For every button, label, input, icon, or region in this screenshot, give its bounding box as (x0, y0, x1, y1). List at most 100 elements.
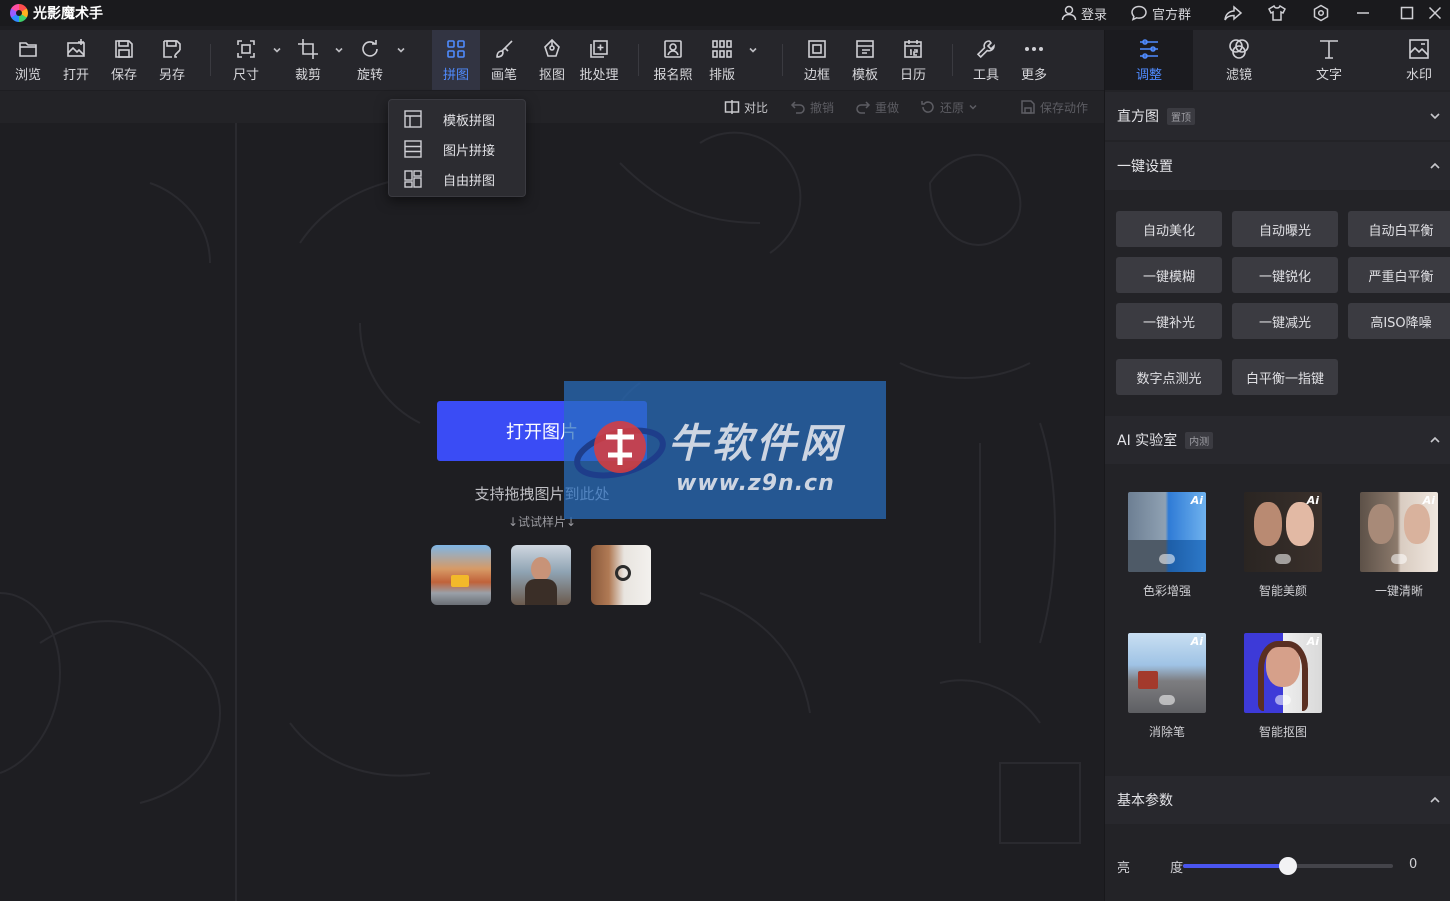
tools-button[interactable]: 工具 (964, 30, 1008, 90)
chevron-down-icon (335, 47, 343, 53)
ai-one-click-clear[interactable]: Ai 一键清晰 (1351, 492, 1447, 599)
share-button[interactable] (1223, 0, 1243, 26)
one-click-sharpen-button[interactable]: 一键锐化 (1232, 257, 1338, 293)
histogram-section-header[interactable]: 直方图 置顶 (1105, 92, 1450, 140)
background-sketch-illustration (0, 123, 1081, 901)
ai-smart-beauty[interactable]: Ai 智能美颜 (1235, 492, 1331, 599)
rotate-dropdown[interactable] (396, 44, 406, 54)
menu-item-image-stitch[interactable]: 图片拼接 (389, 134, 527, 164)
sample-thumbnail-portrait[interactable] (511, 545, 571, 605)
auto-exposure-button[interactable]: 自动曝光 (1232, 211, 1338, 247)
rotate-button[interactable]: 旋转 (348, 30, 392, 90)
browse-button[interactable]: 浏览 (6, 30, 50, 90)
resize-button[interactable]: 尺寸 (224, 30, 268, 90)
calendar-button[interactable]: 日历 (891, 30, 935, 90)
tab-label: 文字 (1315, 68, 1342, 83)
close-button[interactable] (1427, 0, 1443, 26)
compare-button[interactable]: 对比 (724, 91, 768, 123)
template-button[interactable]: 模板 (843, 30, 887, 90)
ai-item-label: 智能抠图 (1258, 725, 1307, 739)
one-click-clear-preview: Ai (1360, 492, 1438, 572)
fill-light-button[interactable]: 一键补光 (1116, 303, 1222, 339)
beta-tag: 内测 (1185, 431, 1214, 449)
body-shape (525, 579, 557, 605)
menu-item-free-collage[interactable]: 自由拼图 (389, 164, 527, 194)
ai-badge: Ai (1422, 494, 1435, 507)
eraser-preview: Ai (1128, 633, 1206, 713)
restore-button[interactable]: 还原 (920, 91, 982, 123)
save-button[interactable]: 保存 (102, 30, 146, 90)
ai-smart-cutout[interactable]: Ai 智能抠图 (1235, 633, 1331, 740)
watermark-icon (1409, 39, 1429, 59)
smart-cutout-preview: Ai (1244, 633, 1322, 713)
save-as-button[interactable]: 另存 (150, 30, 194, 90)
image-canvas[interactable]: 打开图片 支持拖拽图片到此处 ↓试试样片↓ (0, 123, 1104, 901)
cutout-button[interactable]: 抠图 (530, 30, 574, 90)
filter-icon (1229, 39, 1249, 59)
slider-handle[interactable] (1279, 857, 1297, 875)
one-click-blur-button[interactable]: 一键模糊 (1116, 257, 1222, 293)
crop-dropdown[interactable] (334, 44, 344, 54)
cutout-label: 抠图 (538, 67, 565, 83)
ai-badge: Ai (1306, 635, 1319, 648)
browse-label: 浏览 (14, 67, 41, 83)
sample-thumbnail-desert[interactable] (431, 545, 491, 605)
white-balance-one-key-button[interactable]: 白平衡一指键 (1232, 359, 1338, 395)
toolbar-divider (210, 44, 211, 76)
collage-button[interactable]: 拼图 (432, 30, 480, 90)
open-button[interactable]: 打开 (54, 30, 98, 90)
wrench-icon (976, 39, 995, 58)
tab-watermark[interactable]: 水印 (1375, 30, 1450, 90)
brightness-slider[interactable] (1177, 850, 1397, 882)
save-action-button[interactable]: 保存动作 (1020, 91, 1088, 123)
ai-lab-section-header[interactable]: AI 实验室 内测 (1105, 416, 1450, 464)
ai-eraser[interactable]: Ai 消除笔 (1119, 633, 1215, 740)
undo-button[interactable]: 撤销 (790, 91, 834, 123)
high-iso-denoise-button[interactable]: 高ISO降噪 (1348, 303, 1450, 339)
ai-color-enhance[interactable]: Ai 色彩增强 (1119, 492, 1215, 599)
pin-top-tag[interactable]: 置顶 (1167, 107, 1195, 125)
free-collage-icon (404, 170, 422, 188)
sample-thumbnail-camera[interactable] (591, 545, 651, 605)
slider-fill (1183, 864, 1288, 868)
batch-button[interactable]: 批处理 (576, 30, 622, 90)
id-photo-label: 报名照 (653, 67, 693, 83)
minimize-button[interactable] (1355, 0, 1371, 26)
toolbar-divider (782, 44, 783, 76)
tab-adjust[interactable]: 调整 (1105, 30, 1193, 90)
reduce-light-button[interactable]: 一键减光 (1232, 303, 1338, 339)
layout-button[interactable]: 排版 (700, 30, 744, 90)
border-button[interactable]: 边框 (795, 30, 839, 90)
close-icon (1428, 6, 1442, 20)
crop-button[interactable]: 裁剪 (286, 30, 330, 90)
redo-button[interactable]: 重做 (855, 91, 899, 123)
menu-item-template-collage[interactable]: 模板拼图 (389, 104, 527, 134)
more-button[interactable]: 更多 (1012, 30, 1056, 90)
crop-icon (298, 38, 318, 59)
border-label: 边框 (803, 67, 830, 83)
ai-lab-title: AI 实验室 (1117, 433, 1178, 449)
spot-metering-button[interactable]: 数字点测光 (1116, 359, 1222, 395)
one-click-section-header[interactable]: 一键设置 (1105, 142, 1450, 190)
edit-action-bar: 对比 撤销 重做 还原 保存动作 (0, 91, 1104, 123)
auto-white-balance-button[interactable]: 自动白平衡 (1348, 211, 1450, 247)
severe-white-balance-button[interactable]: 严重白平衡 (1348, 257, 1450, 293)
layout-dropdown[interactable] (748, 44, 758, 54)
settings-button[interactable] (1312, 0, 1330, 26)
brush-button[interactable]: 画笔 (482, 30, 526, 90)
ai-item-label: 消除笔 (1148, 725, 1185, 739)
eye-icon (1275, 695, 1291, 705)
skin-button[interactable] (1267, 0, 1287, 26)
tab-filter[interactable]: 滤镜 (1195, 30, 1283, 90)
ai-item-label: 智能美颜 (1258, 584, 1307, 598)
eye-icon (1159, 554, 1175, 564)
maximize-button[interactable] (1399, 0, 1415, 26)
resize-dropdown[interactable] (272, 44, 282, 54)
auto-beautify-button[interactable]: 自动美化 (1116, 211, 1222, 247)
login-button[interactable]: 登录 (1060, 0, 1107, 26)
basic-params-section-header[interactable]: 基本参数 (1105, 776, 1450, 824)
text-icon (1320, 40, 1338, 59)
tab-text[interactable]: 文字 (1285, 30, 1373, 90)
official-group-button[interactable]: 官方群 (1130, 0, 1191, 26)
id-photo-button[interactable]: 报名照 (650, 30, 696, 90)
